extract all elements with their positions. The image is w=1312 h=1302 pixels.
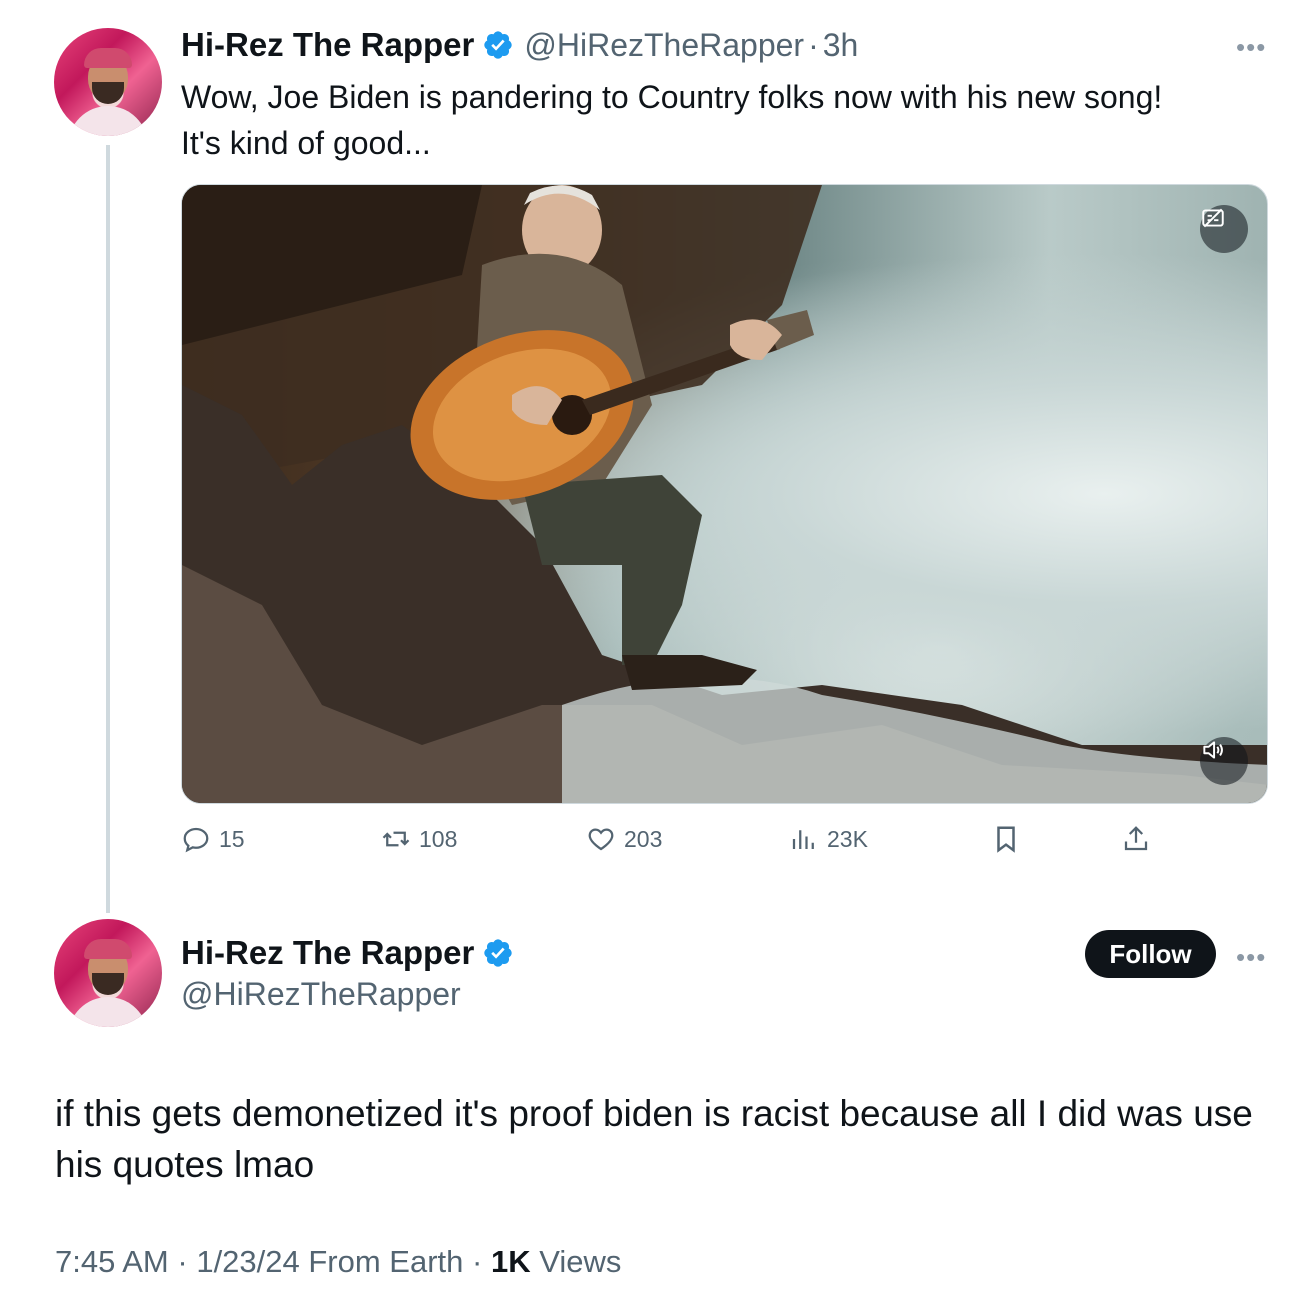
header-separator: · — [808, 26, 819, 63]
like-button[interactable]: 203 — [586, 824, 662, 854]
tweet-metadata: 7:45 AM · 1/23/24 From Earth · 1K Views — [55, 1244, 621, 1280]
reply-icon — [183, 827, 209, 853]
tweet-text: Wow, Joe Biden is pandering to Country f… — [181, 74, 1271, 166]
heart-icon — [588, 828, 614, 851]
more-options-icon[interactable]: ••• — [1236, 944, 1266, 970]
meta-separator: · — [177, 1244, 188, 1279]
reply-author-avatar[interactable] — [54, 919, 162, 1027]
repost-button[interactable]: 108 — [381, 824, 457, 854]
author-display-name[interactable]: Hi-Rez The Rapper — [181, 26, 474, 64]
tweet-views-count: 1K — [490, 1244, 531, 1279]
tweet-action-bar: 15 108 203 23K — [181, 824, 1161, 864]
like-count: 203 — [624, 825, 663, 852]
meta-separator: · — [472, 1244, 483, 1279]
tweet-time[interactable]: 7:45 AM — [55, 1244, 169, 1279]
follow-button[interactable]: Follow — [1085, 930, 1216, 978]
views-button[interactable]: 23K — [789, 824, 868, 854]
more-options-icon[interactable]: ••• — [1236, 34, 1266, 60]
tweet-date-source: 1/23/24 From Earth — [196, 1244, 464, 1279]
author-handle[interactable]: @HiRezTheRapper — [524, 27, 804, 64]
tweet-video[interactable] — [181, 184, 1268, 804]
share-icon — [1124, 826, 1148, 851]
bookmark-button[interactable] — [991, 824, 1029, 854]
verified-badge-icon — [484, 939, 513, 967]
verified-badge-icon — [484, 31, 513, 59]
reply-button[interactable]: 15 — [181, 824, 245, 854]
views-count: 23K — [827, 825, 868, 852]
tweet-text-line-2: It's kind of good... — [181, 125, 431, 161]
author-avatar[interactable] — [54, 28, 162, 136]
share-button[interactable] — [1121, 824, 1159, 854]
tweet-header: Hi-Rez The Rapper @HiRezTheRapper · 3h — [181, 26, 858, 64]
repost-count: 108 — [419, 825, 458, 852]
reply-author-handle[interactable]: @HiRezTheRapper — [181, 976, 461, 1013]
thread-connector-line — [106, 145, 110, 913]
volume-icon[interactable] — [1200, 737, 1248, 785]
reply-count: 15 — [219, 825, 245, 852]
reply-author-display-name[interactable]: Hi-Rez The Rapper — [181, 934, 474, 972]
captions-off-icon[interactable] — [1200, 205, 1248, 253]
repost-icon — [382, 831, 410, 847]
video-frame — [182, 185, 1267, 803]
tweet-text-line-1: Wow, Joe Biden is pandering to Country f… — [181, 79, 1163, 115]
analytics-icon — [792, 830, 814, 849]
reply-tweet-text: if this gets demonetized it's proof bide… — [55, 1093, 1253, 1185]
reply-header: Hi-Rez The Rapper — [181, 934, 514, 972]
bookmark-icon — [997, 826, 1015, 853]
tweet-views-label: Views — [539, 1244, 622, 1279]
tweet-timestamp[interactable]: 3h — [823, 27, 859, 64]
